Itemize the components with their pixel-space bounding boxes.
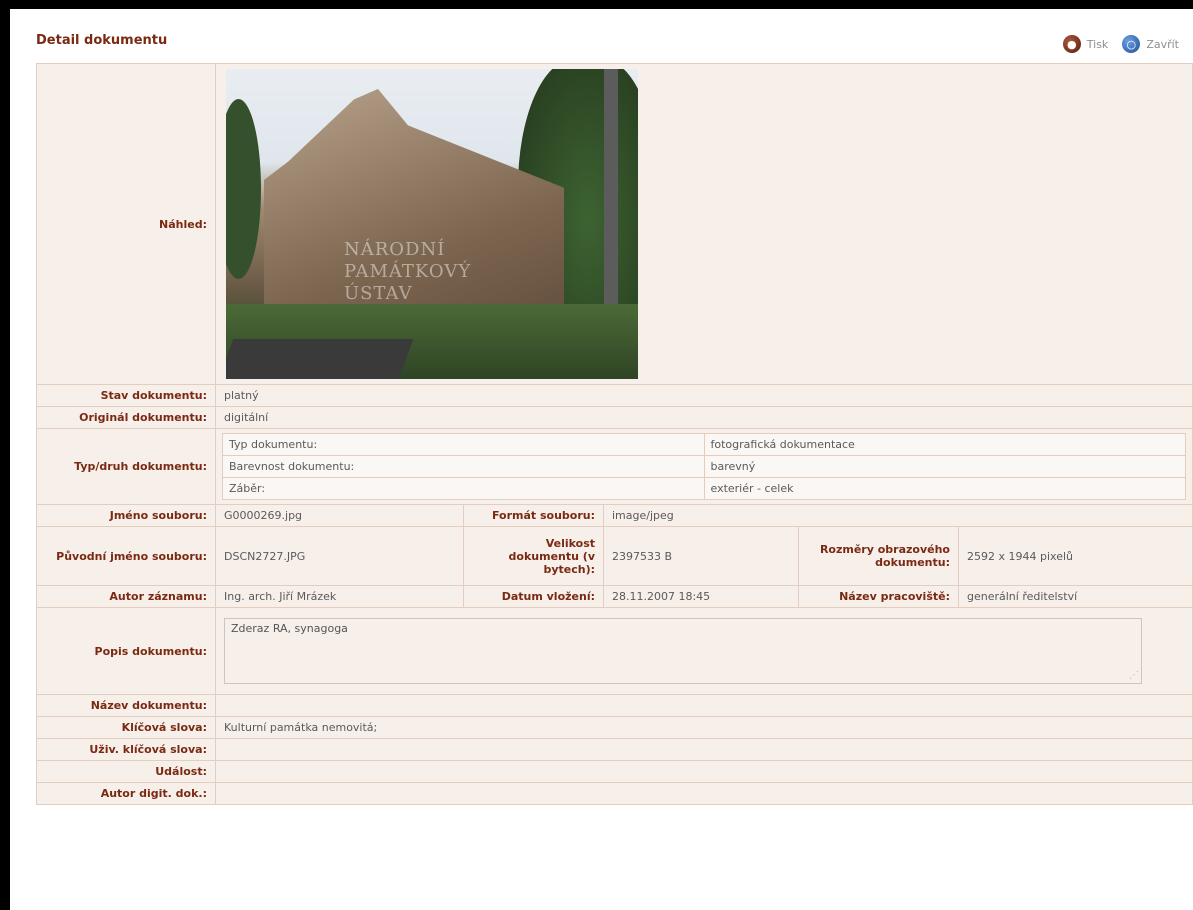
image-road [226, 339, 414, 379]
row-stav: Stav dokumentu: platný [36, 384, 1193, 407]
preview-image[interactable]: NÁRODNÍ PAMÁTKOVÝ ÚSTAV [226, 69, 638, 379]
print-label: Tisk [1086, 37, 1109, 51]
size-label: Velikost dokumentu (v bytech): [463, 526, 604, 586]
row-popis: Popis dokumentu: Zderaz RA, synagoga ⋰ [36, 607, 1193, 695]
preview-label: Náhled: [36, 63, 216, 385]
image-tree-left [226, 99, 261, 279]
typ-cell: Typ dokumentu: fotografická dokumentace … [215, 428, 1193, 505]
stav-value: platný [215, 384, 1193, 407]
close-button[interactable]: ○ Zavřít [1122, 35, 1179, 53]
typ-value: fotografická dokumentace [703, 433, 1186, 456]
autor-value: Ing. arch. Jiří Mrázek [215, 585, 464, 608]
typ-row: Barevnost dokumentu: barevný [222, 455, 1186, 478]
description-textarea[interactable]: Zderaz RA, synagoga ⋰ [224, 618, 1142, 684]
resize-handle-icon[interactable]: ⋰ [1129, 670, 1139, 681]
udalost-label: Událost: [36, 760, 216, 783]
typ-key: Barevnost dokumentu: [222, 455, 705, 478]
date-value: 28.11.2007 18:45 [603, 585, 799, 608]
typ-value: exteriér - celek [703, 477, 1186, 500]
uziv-label: Uživ. klíčová slova: [36, 738, 216, 761]
close-label: Zavřít [1146, 37, 1179, 51]
page: Detail dokumentu ● Tisk ○ Zavřít Náhled: [10, 0, 1193, 910]
popis-label: Popis dokumentu: [36, 607, 216, 695]
date-label: Datum vložení: [463, 585, 604, 608]
row-original: Originál dokumentu: digitální [36, 406, 1193, 429]
autor-digit-label: Autor digit. dok.: [36, 782, 216, 805]
uziv-value [215, 738, 1193, 761]
top-black-bar [0, 0, 1193, 9]
workplace-label: Název pracoviště: [798, 585, 959, 608]
size-value: 2397533 B [603, 526, 799, 586]
watermark-line-1: NÁRODNÍ [344, 239, 446, 260]
typ-label: Typ/druh dokumentu: [36, 428, 216, 505]
autor-digit-value [215, 782, 1193, 805]
watermark-line-3: ÚSTAV [344, 283, 413, 304]
typ-value: barevný [703, 455, 1186, 478]
jmeno-value: G0000269.jpg [215, 504, 464, 527]
nazev-value [215, 694, 1193, 717]
printer-icon: ● [1062, 35, 1081, 53]
jmeno-label: Jméno souboru: [36, 504, 216, 527]
row-preview: Náhled: NÁRODNÍ PAMÁTKOVÝ ÚSTAV [36, 63, 1193, 385]
workplace-value: generální ředitelství [958, 585, 1193, 608]
popis-cell: Zderaz RA, synagoga ⋰ [215, 607, 1193, 695]
klic-label: Klíčová slova: [36, 716, 216, 739]
row-puvodni: Původní jméno souboru: DSCN2727.JPG Veli… [36, 526, 1193, 586]
header-actions: ● Tisk ○ Zavřít [1062, 35, 1179, 53]
row-typ: Typ/druh dokumentu: Typ dokumentu: fotog… [36, 428, 1193, 505]
row-klic: Klíčová slova: Kulturní památka nemovitá… [36, 716, 1193, 739]
typ-key: Typ dokumentu: [222, 433, 705, 456]
row-nazev: Název dokumentu: [36, 694, 1193, 717]
row-jmeno: Jméno souboru: G0000269.jpg Formát soubo… [36, 504, 1193, 527]
original-value: digitální [215, 406, 1193, 429]
preview-cell: NÁRODNÍ PAMÁTKOVÝ ÚSTAV [215, 63, 1193, 385]
row-udalost: Událost: [36, 760, 1193, 783]
page-title: Detail dokumentu [36, 33, 168, 48]
autor-label: Autor záznamu: [36, 585, 216, 608]
row-uziv: Uživ. klíčová slova: [36, 738, 1193, 761]
row-autor-digit: Autor digit. dok.: [36, 782, 1193, 805]
watermark-line-2: PAMÁTKOVÝ [344, 261, 472, 282]
puvodni-value: DSCN2727.JPG [215, 526, 464, 586]
original-label: Originál dokumentu: [36, 406, 216, 429]
stav-label: Stav dokumentu: [36, 384, 216, 407]
description-text: Zderaz RA, synagoga [231, 622, 348, 635]
dims-label: Rozměry obrazového dokumentu: [798, 526, 959, 586]
format-value: image/jpeg [603, 504, 1193, 527]
print-button[interactable]: ● Tisk [1062, 35, 1109, 53]
row-autor: Autor záznamu: Ing. arch. Jiří Mrázek Da… [36, 585, 1193, 608]
puvodni-label: Původní jméno souboru: [36, 526, 216, 586]
typ-row: Záběr: exteriér - celek [222, 477, 1186, 500]
typ-row: Typ dokumentu: fotografická dokumentace [222, 433, 1186, 456]
close-icon: ○ [1122, 35, 1141, 53]
typ-key: Záběr: [222, 477, 705, 500]
nazev-label: Název dokumentu: [36, 694, 216, 717]
typ-subtable: Typ dokumentu: fotografická dokumentace … [222, 433, 1186, 500]
dims-value: 2592 x 1944 pixelů [958, 526, 1193, 586]
klic-value: Kulturní památka nemovitá; [215, 716, 1193, 739]
detail-table: Náhled: NÁRODNÍ PAMÁTKOVÝ ÚSTAV Stav dok… [36, 63, 1193, 805]
watermark: NÁRODNÍ PAMÁTKOVÝ ÚSTAV [344, 239, 471, 305]
format-label: Formát souboru: [463, 504, 604, 527]
udalost-value [215, 760, 1193, 783]
